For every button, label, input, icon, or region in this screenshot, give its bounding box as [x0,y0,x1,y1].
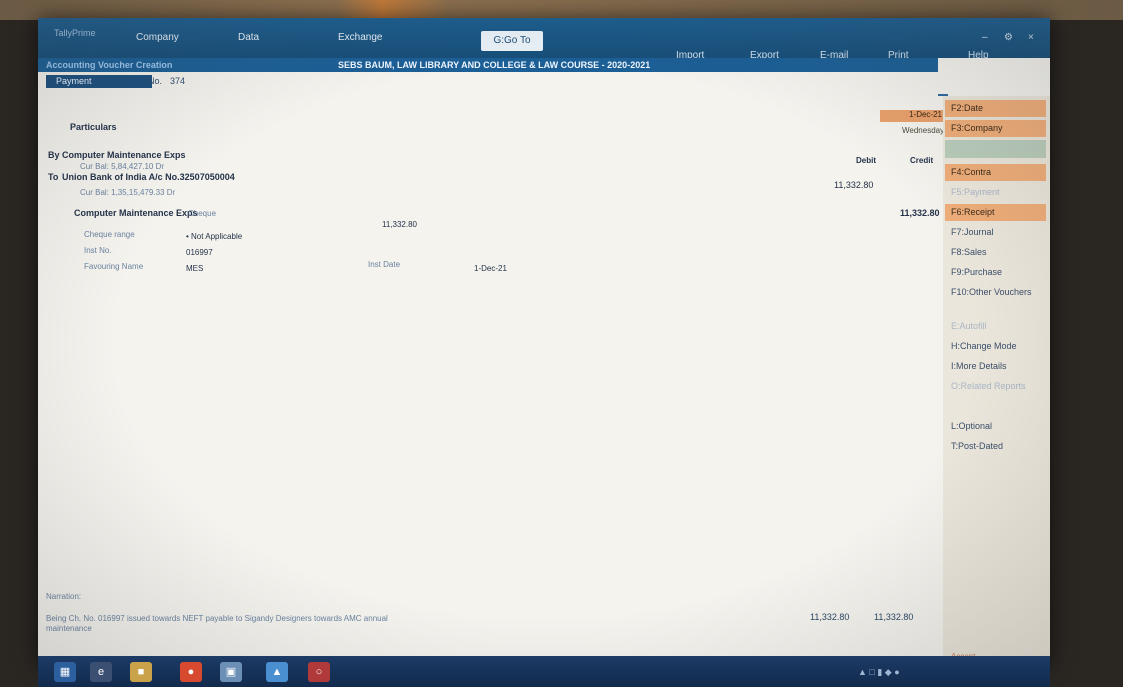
sidebar-button-13[interactable]: L:Optional [945,418,1046,435]
system-tray-icon: ▲ □ ▮ ◆ ● [858,667,900,677]
sidebar-button-8[interactable]: F10:Other Vouchers [945,284,1046,301]
narration-label: Narration: [46,592,82,601]
goto-button[interactable]: G:Go To [481,31,543,51]
tally-logo-icon: TallyPrime [54,28,96,38]
tally-taskbar-icon[interactable]: ▲ [266,662,288,682]
to-current-balance: Cur Bal: 1,35,15,479.33 Dr [80,188,176,197]
taskbar: ▦ e ■ ● ▣ ▲ ○ ▲ □ ▮ ◆ ● [38,656,1050,687]
sidebar-button-1[interactable]: F3:Company [945,120,1046,137]
voucher-date[interactable]: 1-Dec-21 [880,110,946,122]
total-debit: 11,332.80 [810,612,850,622]
sidebar-button-10[interactable]: H:Change Mode [945,338,1046,355]
sidebar-button-12[interactable]: O:Related Reports [945,378,1046,395]
inst-no-value[interactable]: 016997 [186,248,213,257]
total-credit: 11,332.80 [874,612,914,622]
ie-icon[interactable]: e [90,662,112,682]
close-icon[interactable]: × [1028,32,1034,43]
favouring-name-label: Favouring Name [84,262,144,271]
sidebar-button-5[interactable]: F7:Journal [945,224,1046,241]
title-strip: Accounting Voucher Creation SEBS BAUM, L… [38,58,938,72]
inst-date-label: Inst Date [368,260,401,269]
app2-icon[interactable]: ○ [308,662,330,682]
bank-alloc-amount[interactable]: 11,332.80 [382,220,417,229]
folder-icon[interactable]: ■ [130,662,152,682]
particulars-header: Particulars [70,122,117,132]
sidebar-button-11[interactable]: I:More Details [945,358,1046,375]
sidebar-separator [945,140,1046,158]
settings-icon[interactable]: ⚙ [1004,32,1013,43]
debit-header: Debit [856,156,876,165]
menu-company[interactable]: Company [136,32,179,43]
sidebar-button-2[interactable]: F4:Contra [945,164,1046,181]
sidebar-button-9[interactable]: E:Autofill [945,318,1046,335]
minimize-icon[interactable]: – [982,32,988,43]
start-icon[interactable]: ▦ [54,662,76,682]
screen-title: Accounting Voucher Creation [46,60,173,70]
sidebar-button-4[interactable]: F6:Receipt [945,204,1046,221]
favouring-name-value[interactable]: MES [186,264,203,273]
tally-window: TallyPrime Company Data Exchange G:Go To… [38,18,1050,666]
narration-text-2[interactable]: maintenance [46,624,92,633]
menu-exchange[interactable]: Exchange [338,32,382,43]
button-sidebar: F2:Date F3:Company F4:Contra F5:Payment F6:R… [943,96,1050,666]
sidebar-button-0[interactable]: F2:Date [945,100,1046,117]
sidebar-button-3[interactable]: F5:Payment [945,184,1046,201]
menu-help[interactable]: Help [968,50,989,61]
voucher-day: Wednesday [902,126,945,135]
to-label: To [48,172,59,182]
cheque-range-value[interactable]: • Not Applicable [186,232,242,241]
menu-data[interactable]: Data [238,32,259,43]
voucher-no-value[interactable]: 374 [170,76,185,86]
cheque-range-label: Cheque range [84,230,135,239]
sidebar-button-7[interactable]: F9:Purchase [945,264,1046,281]
company-title: SEBS BAUM, LAW LIBRARY AND COLLEGE & LAW… [338,60,651,70]
monitor-bezel [0,0,1123,20]
bank-alloc-mode[interactable]: Cheque [188,209,216,218]
credit-header: Credit [910,156,934,165]
by-label: By [48,150,60,160]
app-icon[interactable]: ▣ [220,662,242,682]
top-menu-bar: TallyPrime Company Data Exchange G:Go To… [38,18,1050,61]
bank-alloc-ledger: Computer Maintenance Exps [74,208,198,218]
narration-text[interactable]: Being Ch. No. 016997 issued towards NEFT… [46,614,388,623]
credit-amount[interactable]: 11,332.80 [900,208,940,218]
by-ledger[interactable]: Computer Maintenance Exps [62,150,186,160]
voucher-header: Payment No. 374 [38,74,938,90]
voucher-no-label: No. [148,76,163,86]
sidebar-button-6[interactable]: F8:Sales [945,244,1046,261]
debit-amount[interactable]: 11,332.80 [834,180,873,190]
inst-date-value[interactable]: 1-Dec-21 [474,264,507,273]
chrome-icon[interactable]: ● [180,662,202,682]
sidebar-button-14[interactable]: T:Post-Dated [945,438,1046,455]
voucher-type-label[interactable]: Payment [46,75,152,88]
inst-no-label: Inst No. [84,246,112,255]
to-ledger[interactable]: Union Bank of India A/c No.32507050004 [62,172,235,182]
by-current-balance: Cur Bal: 5,84,427.10 Dr [80,162,165,171]
